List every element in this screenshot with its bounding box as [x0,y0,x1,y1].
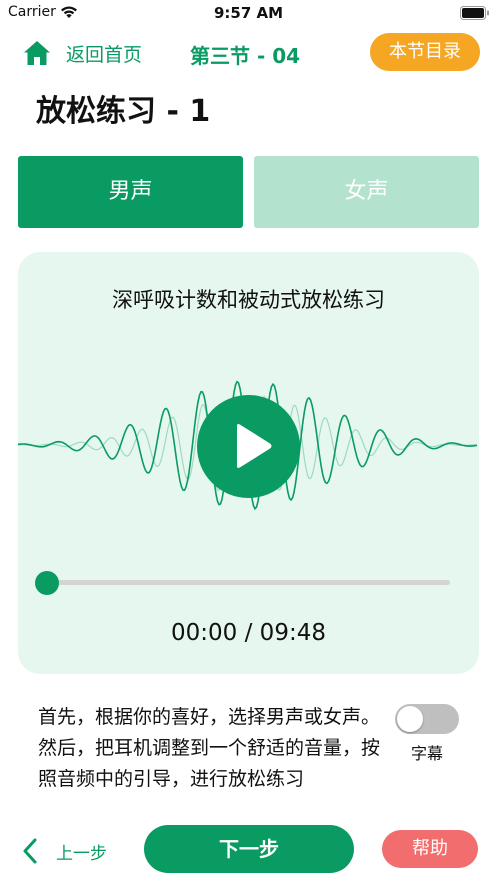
play-button[interactable] [197,395,300,498]
time-readout: 00:00 / 09:48 [171,620,326,646]
female-voice-tab[interactable]: 女声 [254,156,479,228]
toggle-knob [397,706,423,732]
bottom-bar: 上一步 下一步 帮助 [0,812,497,883]
help-button[interactable]: 帮助 [382,830,478,868]
catalog-button[interactable]: 本节目录 [370,33,480,71]
battery-icon [460,6,489,20]
progress-track[interactable] [47,580,450,585]
home-icon [24,41,50,65]
track-title: 深呼吸计数和被动式放松练习 [112,288,385,312]
play-icon [237,424,272,468]
male-voice-tab[interactable]: 男声 [18,156,243,228]
subtitle-label: 字幕 [411,744,444,763]
previous-step-button[interactable]: 上一步 [22,836,107,866]
page-title: 放松练习 - 1 [36,94,211,129]
chevron-left-icon [23,838,37,864]
progress-thumb[interactable] [35,571,59,595]
nav-bar: 返回首页 第三节 - 04 本节目录 [0,30,497,76]
status-bar: Carrier 9:57 AM [0,0,497,26]
status-time: 9:57 AM [213,4,284,22]
section-title: 第三节 - 04 [190,44,301,68]
previous-step-label: 上一步 [56,843,107,864]
instruction-text: 首先，根据你的喜好，选择男声或女声。然后，把耳机调整到一个舒适的音量，按照音频中… [38,706,381,790]
subtitle-toggle[interactable] [395,704,459,734]
home-button[interactable]: 返回首页 [22,38,142,68]
next-step-button[interactable]: 下一步 [144,825,354,873]
home-label: 返回首页 [66,43,143,66]
